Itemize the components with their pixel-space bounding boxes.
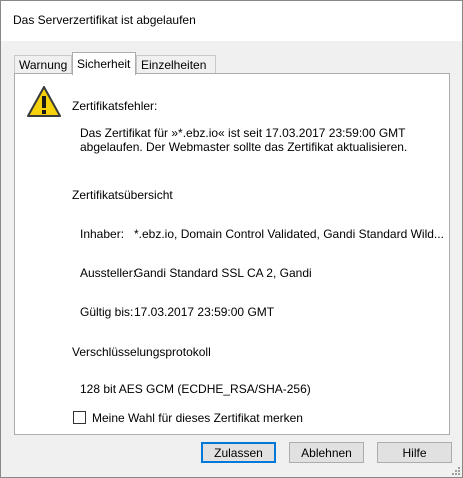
allow-button[interactable]: Zulassen	[201, 442, 276, 463]
title-bar[interactable]: Das Serverzertifikat ist abgelaufen	[1, 1, 462, 41]
overview-heading: Zertifikatsübersicht	[72, 188, 173, 202]
protocol-heading: Verschlüsselungsprotokoll	[72, 345, 211, 359]
owner-value: *.ebz.io, Domain Control Validated, Gand…	[134, 227, 444, 241]
remember-label[interactable]: Meine Wahl für dieses Zertifikat merken	[92, 411, 303, 425]
remember-checkbox[interactable]	[73, 411, 86, 424]
issuer-label: Aussteller:	[80, 266, 137, 280]
error-text-line1: Das Zertifikat für »*.ebz.io« ist seit 1…	[80, 126, 406, 140]
valid-until-label: Gültig bis:	[80, 305, 134, 319]
security-panel: Zertifikatsfehler: Das Zertifikat für »*…	[14, 73, 450, 435]
deny-button[interactable]: Ablehnen	[289, 442, 364, 463]
window-title: Das Serverzertifikat ist abgelaufen	[13, 13, 196, 27]
tab-warnung[interactable]: Warnung	[14, 55, 72, 74]
certificate-dialog: Das Serverzertifikat ist abgelaufen Warn…	[0, 0, 463, 478]
protocol-value: 128 bit AES GCM (ECDHE_RSA/SHA-256)	[80, 382, 311, 396]
error-heading: Zertifikatsfehler:	[72, 99, 158, 113]
issuer-value: Gandi Standard SSL CA 2, Gandi	[134, 266, 312, 280]
tab-strip: Warnung Sicherheit Einzelheiten	[14, 52, 454, 75]
owner-label: Inhaber:	[80, 227, 125, 241]
valid-until-value: 17.03.2017 23:59:00 GMT	[134, 305, 275, 319]
tab-einzelheiten[interactable]: Einzelheiten	[136, 55, 216, 74]
resize-grip-icon[interactable]	[450, 465, 460, 475]
error-text-line2: abgelaufen. Der Webmaster sollte das Zer…	[80, 140, 408, 154]
help-button[interactable]: Hilfe	[377, 442, 452, 463]
tab-sicherheit[interactable]: Sicherheit	[72, 52, 136, 75]
warning-icon	[27, 86, 61, 117]
